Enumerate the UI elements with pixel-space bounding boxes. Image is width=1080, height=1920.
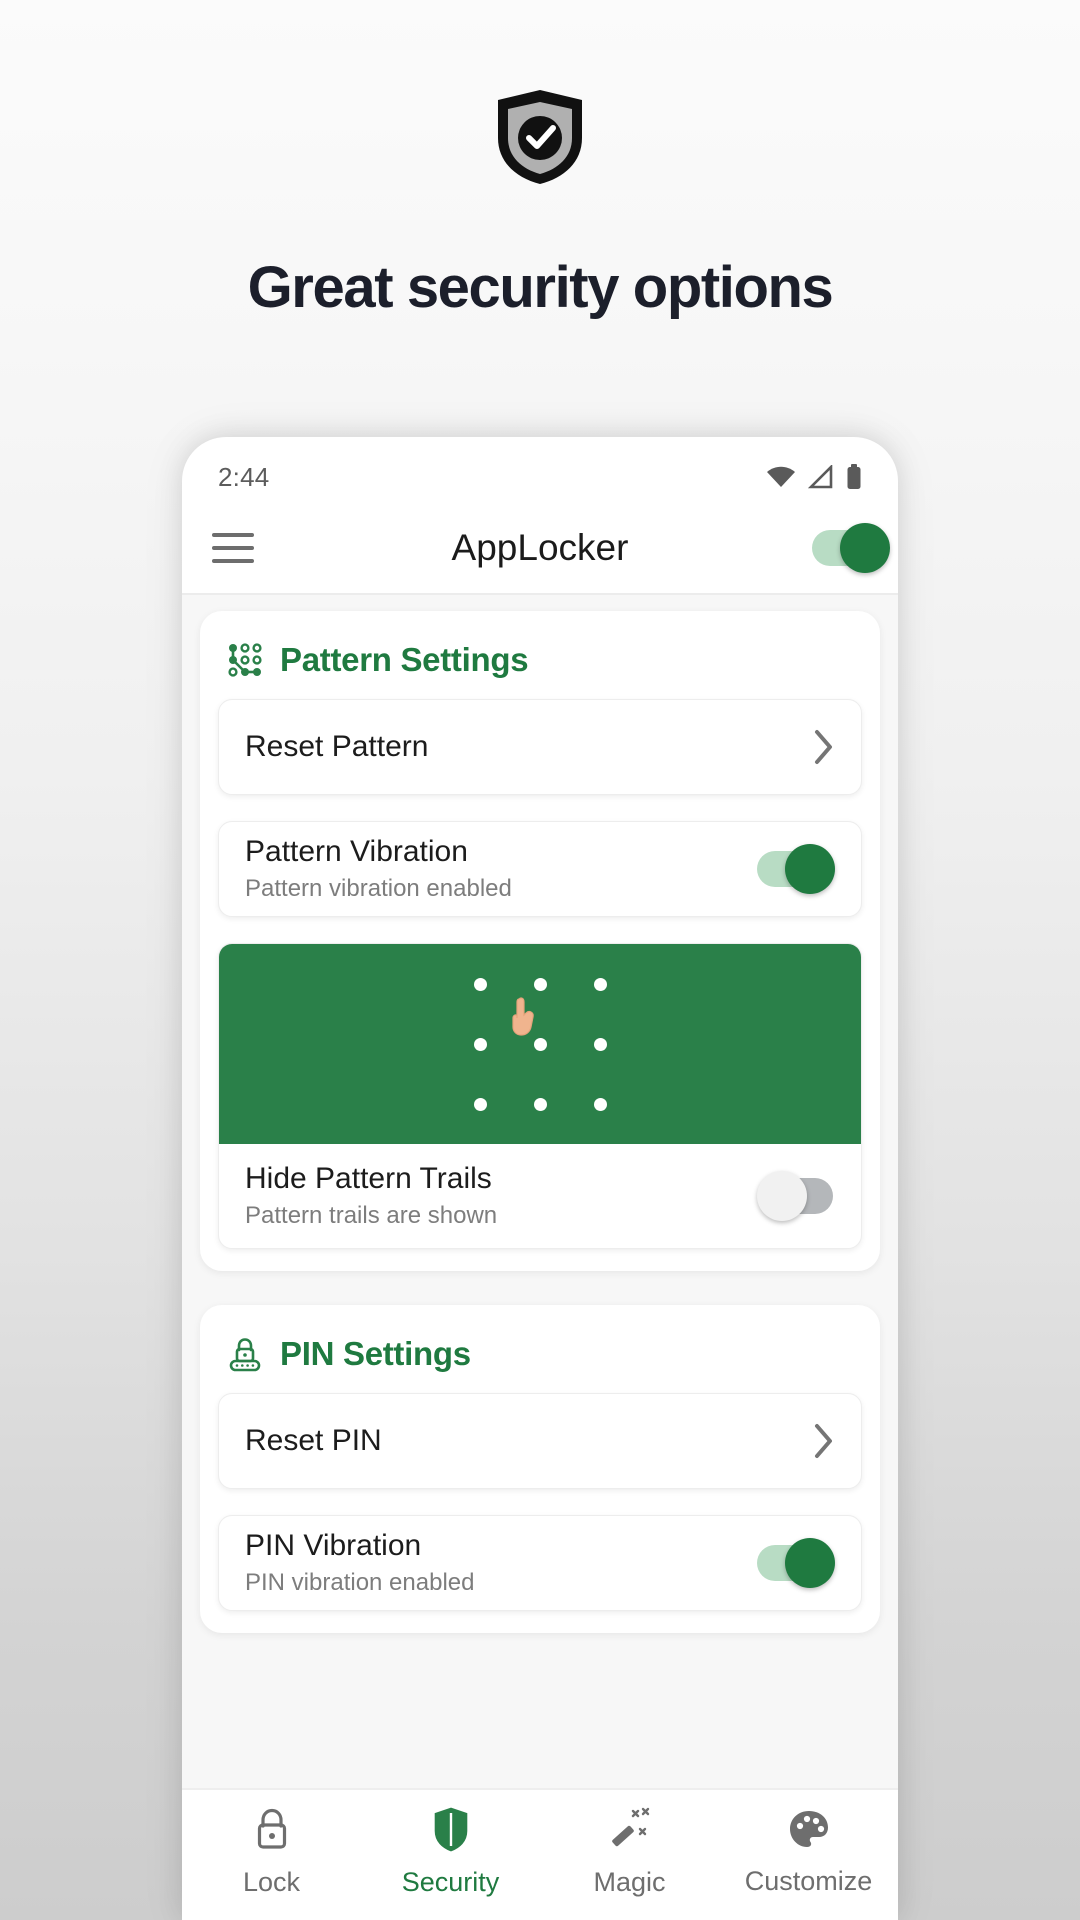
phone-mockup: 2:44 AppLocker Pattern Settings Reset Pa… bbox=[182, 437, 898, 1920]
status-icons bbox=[766, 464, 862, 490]
toggle-thumb bbox=[840, 523, 890, 573]
hamburger-menu-icon[interactable] bbox=[212, 533, 254, 563]
section-header-pattern: Pattern Settings bbox=[218, 631, 862, 699]
toggle-thumb bbox=[785, 1538, 835, 1588]
status-time: 2:44 bbox=[218, 461, 270, 492]
pattern-dot-grid bbox=[450, 954, 630, 1134]
nav-security[interactable]: Security bbox=[361, 1805, 540, 1898]
status-bar: 2:44 bbox=[182, 437, 898, 503]
nav-label: Customize bbox=[744, 1865, 873, 1896]
pattern-dot bbox=[473, 977, 487, 991]
reset-pin-row[interactable]: Reset PIN bbox=[218, 1393, 862, 1489]
reset-pattern-row[interactable]: Reset Pattern bbox=[218, 699, 862, 795]
nav-label: Security bbox=[401, 1866, 500, 1897]
settings-scroll-area[interactable]: Pattern Settings Reset Pattern Pattern V… bbox=[182, 595, 898, 1788]
row-title: Hide Pattern Trails bbox=[245, 1162, 492, 1195]
pattern-vibration-row[interactable]: Pattern Vibration Pattern vibration enab… bbox=[218, 821, 862, 917]
pattern-dot bbox=[533, 977, 547, 991]
promo-hero: Great security options bbox=[0, 0, 1080, 430]
row-title: Reset Pattern bbox=[245, 730, 429, 763]
pattern-dot bbox=[593, 1037, 607, 1051]
shield-check-icon bbox=[498, 90, 582, 184]
page-title: Great security options bbox=[247, 255, 834, 320]
pointing-hand-cursor bbox=[512, 997, 534, 1036]
row-texts: Hide Pattern Trails Pattern trails are s… bbox=[245, 1162, 497, 1230]
pattern-dot bbox=[473, 1037, 487, 1051]
pattern-dot bbox=[593, 977, 607, 991]
section-title: Pattern Settings bbox=[280, 641, 529, 678]
app-title: AppLocker bbox=[451, 527, 629, 568]
row-subtitle: Pattern trails are shown bbox=[245, 1202, 498, 1229]
master-lock-toggle[interactable] bbox=[812, 523, 890, 573]
hide-pattern-trails-row[interactable]: Hide Pattern Trails Pattern trails are s… bbox=[219, 1144, 861, 1248]
row-title: Pattern Vibration bbox=[245, 835, 468, 868]
pattern-preview[interactable] bbox=[219, 944, 861, 1144]
nav-label: Lock bbox=[242, 1866, 301, 1897]
app-bar: AppLocker bbox=[182, 503, 898, 595]
row-texts: Pattern Vibration Pattern vibration enab… bbox=[245, 835, 512, 903]
padlock-icon bbox=[257, 1808, 286, 1849]
hide-pattern-trails-toggle[interactable] bbox=[757, 1171, 835, 1221]
nav-lock[interactable]: Lock bbox=[182, 1805, 361, 1898]
signal-icon bbox=[808, 465, 833, 489]
shield-icon bbox=[434, 1807, 467, 1851]
pattern-dots-icon bbox=[228, 643, 262, 677]
chevron-right-icon bbox=[815, 730, 832, 764]
nav-magic[interactable]: Magic bbox=[540, 1805, 719, 1898]
row-title: PIN Vibration bbox=[245, 1529, 422, 1562]
row-subtitle: Pattern vibration enabled bbox=[245, 875, 512, 902]
pin-vibration-toggle[interactable] bbox=[757, 1538, 835, 1588]
section-header-pin: PIN Settings bbox=[218, 1325, 862, 1393]
magic-wand-icon bbox=[611, 1807, 649, 1846]
row-texts: PIN Vibration PIN vibration enabled bbox=[245, 1529, 474, 1597]
palette-icon bbox=[789, 1810, 828, 1847]
hide-pattern-trails-card: Hide Pattern Trails Pattern trails are s… bbox=[218, 943, 862, 1249]
nav-customize[interactable]: Customize bbox=[719, 1806, 898, 1897]
row-title: Reset PIN bbox=[245, 1424, 382, 1457]
pattern-dot bbox=[533, 1097, 547, 1111]
row-subtitle: PIN vibration enabled bbox=[245, 1569, 475, 1596]
battery-icon bbox=[847, 464, 861, 489]
pattern-dot bbox=[473, 1097, 487, 1111]
wifi-icon bbox=[767, 466, 795, 487]
pattern-dot bbox=[533, 1037, 547, 1051]
section-pattern-settings: Pattern Settings Reset Pattern Pattern V… bbox=[200, 611, 880, 1271]
section-title: PIN Settings bbox=[280, 1335, 471, 1372]
pin-vibration-row[interactable]: PIN Vibration PIN vibration enabled bbox=[218, 1515, 862, 1611]
toggle-thumb bbox=[757, 1171, 807, 1221]
pin-lock-icon bbox=[229, 1338, 261, 1372]
pattern-dot bbox=[593, 1097, 607, 1111]
section-pin-settings: PIN Settings Reset PIN PIN Vibration PIN… bbox=[200, 1305, 880, 1633]
chevron-right-icon bbox=[815, 1424, 832, 1458]
bottom-navigation: Lock Security Magic Customize bbox=[182, 1788, 898, 1920]
toggle-thumb bbox=[785, 844, 835, 894]
pattern-vibration-toggle[interactable] bbox=[757, 844, 835, 894]
nav-label: Magic bbox=[593, 1866, 666, 1897]
